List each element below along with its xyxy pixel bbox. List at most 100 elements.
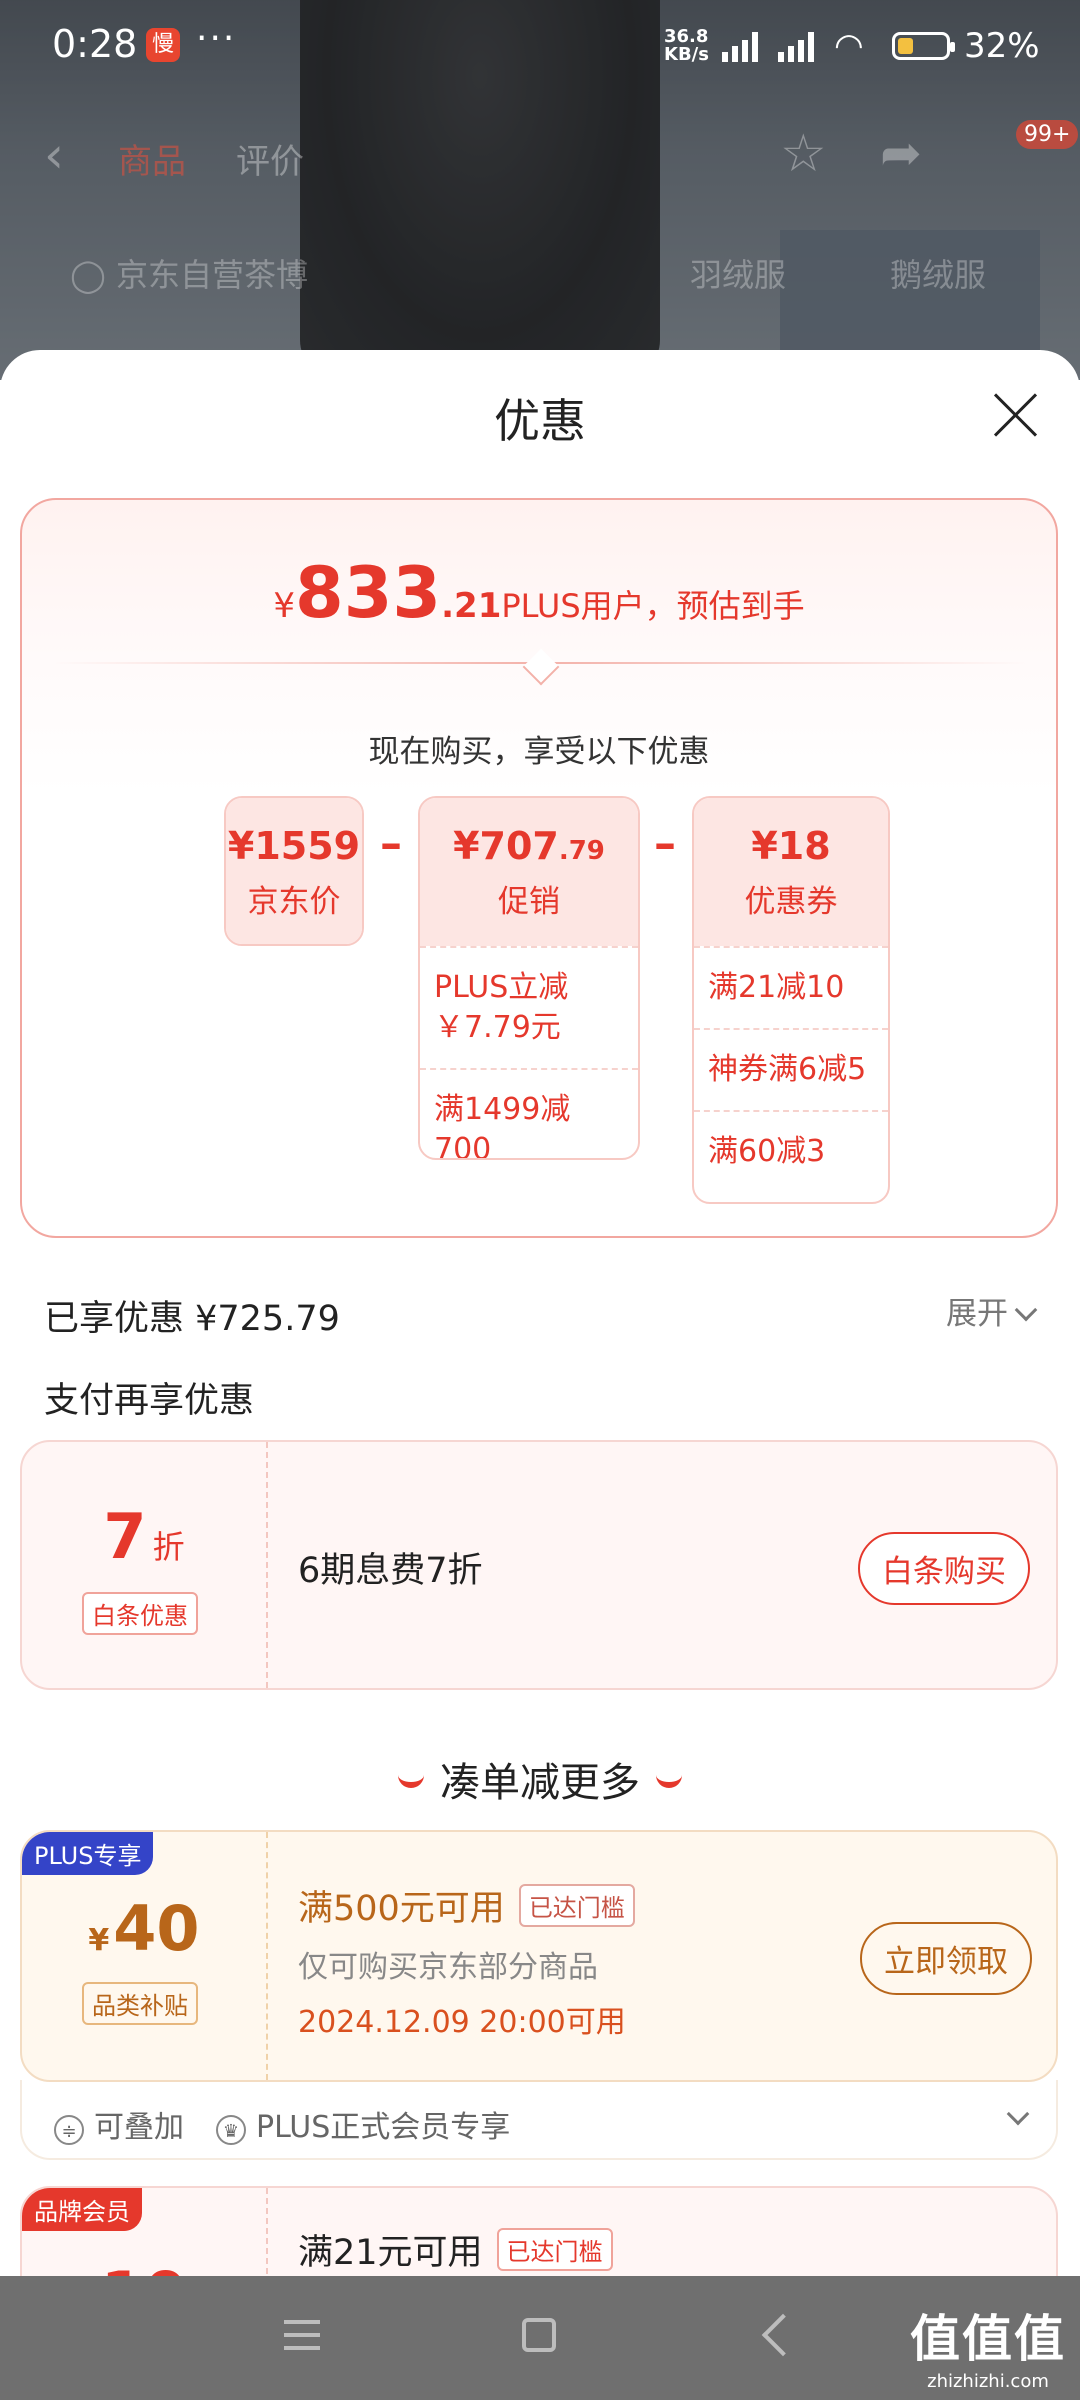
coupon1-currency: ¥ — [88, 1923, 110, 1958]
coupon2-condition: 满21元可用 已达门槛 — [298, 2224, 613, 2275]
coupon1-tag: 品类补贴 — [82, 1982, 198, 2025]
stack-icon: ≑ — [54, 2115, 84, 2145]
more-notifications-icon: ··· — [196, 18, 237, 59]
minus-sign-1: – — [380, 818, 402, 869]
coupon1-condition: 满500元可用 已达门槛 — [298, 1880, 635, 1931]
baitiao-desc: 6期息费7折 — [298, 1551, 483, 1591]
expand-label: 展开 — [946, 1296, 1008, 1332]
battery-icon — [892, 32, 955, 60]
final-price-label: PLUS用户，预估到手 — [501, 587, 805, 625]
baitiao-discount-unit: 折 — [152, 1528, 185, 1566]
baitiao-discount-value: 7 — [103, 1500, 147, 1573]
watermark-url: zhizhizhi.com — [927, 2371, 1049, 2392]
member-info: ♛ PLUS正式会员专享 — [216, 2102, 510, 2146]
baitiao-offer-card: 7折 白条优惠 6期息费7折 白条购买 — [20, 1440, 1058, 1690]
baitiao-tag: 白条优惠 — [82, 1592, 198, 1635]
share-icon: ➦ — [880, 124, 922, 182]
tab-product: 商品 — [118, 142, 186, 182]
more-title-text: 凑单减更多 — [440, 1760, 640, 1806]
final-price-int: 833 — [295, 552, 442, 634]
decor-left-icon — [398, 1768, 424, 1788]
status-time: 0:28 — [52, 22, 138, 66]
price-summary-card: ¥833.21PLUS用户，预估到手 现在购买，享受以下优惠 ¥1559 京东价… — [20, 498, 1058, 1238]
brand-coupon-card: 品牌会员 10 满21元可用已达门槛 — [20, 2186, 1058, 2276]
coupon1-amount-value: 40 — [113, 1892, 200, 1965]
claim-button[interactable]: 立即领取 — [860, 1922, 1032, 1995]
jd-price-value: ¥1559 — [227, 824, 361, 868]
promo-value-dec: .79 — [558, 836, 605, 866]
coupon2-left: 10 — [22, 2188, 268, 2276]
favorite-icon: ☆ — [780, 124, 827, 184]
search-icon: ◯ — [70, 256, 106, 294]
app-notification-icon: 慢 — [146, 28, 180, 62]
jd-price-box: ¥1559 京东价 — [224, 796, 364, 946]
tab-reviews: 评价 — [236, 142, 304, 182]
coupon2-amount: 10 — [22, 2258, 266, 2276]
coupon1-footer[interactable]: ≑ 可叠加 ♛ PLUS正式会员专享 — [20, 2080, 1058, 2160]
pay-section-title: 支付再享优惠 — [44, 1381, 255, 1421]
net-speed: 36.8 KB/s — [664, 28, 709, 64]
baitiao-left: 7折 白条优惠 — [22, 1442, 268, 1688]
back-icon: ‹ — [44, 126, 64, 184]
coupon-head: ¥18 优惠券 — [694, 798, 888, 946]
signal-2-icon — [778, 28, 814, 62]
jd-price-name: 京东价 — [247, 884, 341, 920]
battery-percent: 32% — [964, 26, 1040, 66]
promo-name: 促销 — [498, 884, 560, 920]
expand-button[interactable]: 展开 — [946, 1288, 1038, 1333]
notif-badge: 99+ — [1016, 120, 1079, 149]
baitiao-buy-button[interactable]: 白条购买 — [858, 1532, 1030, 1605]
coupon-item: 满21减10 — [694, 946, 888, 1028]
feature-1: 羽绒服 — [690, 256, 787, 294]
net-speed-unit: KB/s — [664, 44, 709, 65]
baitiao-discount: 7折 — [22, 1500, 266, 1573]
coupon1-amount: ¥40 — [22, 1892, 266, 1965]
decor-right-icon — [656, 1768, 682, 1788]
search-text: 京东自营茶博 — [115, 256, 308, 294]
stackable-label: 可叠加 — [94, 2110, 184, 2145]
discount-sheet: 优惠 ¥833.21PLUS用户，预估到手 现在购买，享受以下优惠 ¥1559 … — [0, 350, 1080, 2276]
feature-2: 鹅绒服 — [890, 256, 987, 294]
search-row: ◯ 京东自营茶博 羽绒服 鹅绒服 — [70, 250, 986, 296]
close-icon[interactable] — [990, 390, 1040, 440]
promo-item: PLUS立减 ￥7.79元 — [420, 946, 638, 1068]
coupon1-left: ¥40 品类补贴 — [22, 1832, 268, 2080]
coupon-value: ¥18 — [751, 824, 831, 868]
coupon-box: ¥18 优惠券 满21减10 神券满6减5 满60减3 — [692, 796, 890, 1204]
more-section-title: 凑单减更多 — [0, 1750, 1080, 1808]
back-icon[interactable] — [761, 2313, 805, 2357]
currency-symbol: ¥ — [273, 586, 295, 626]
member-label: PLUS正式会员专享 — [256, 2110, 511, 2145]
minus-sign-2: – — [654, 818, 676, 869]
battery-fill — [898, 38, 913, 54]
final-price: ¥833.21PLUS用户，预估到手 — [22, 552, 1056, 634]
sheet-title: 优惠 — [494, 394, 586, 448]
promo-value-int: ¥707 — [453, 824, 559, 868]
watermark: 值值值 zhizhizhi.com — [910, 2299, 1066, 2392]
chevron-down-icon[interactable] — [1006, 2102, 1030, 2126]
crown-icon: ♛ — [216, 2115, 246, 2145]
menu-icon[interactable] — [284, 2320, 320, 2359]
coupon1-time: 2024.12.09 20:00可用 — [298, 2005, 626, 2040]
signal-1-icon — [722, 28, 758, 62]
coupon-name: 优惠券 — [744, 884, 838, 920]
saved-amount: 已享优惠 ¥725.79 — [44, 1299, 340, 1339]
final-price-dec: .21 — [441, 586, 502, 626]
status-bar: 0:28 慢 ··· 36.8 KB/s ◠ 32% — [0, 0, 1080, 92]
coupon2-condition-text: 满21元可用 — [298, 2233, 483, 2273]
wifi-icon: ◠ — [834, 26, 864, 66]
promo-value: ¥707.79 — [420, 798, 638, 868]
coupon-item: 神券满6减5 — [694, 1028, 888, 1110]
summary-subtitle: 现在购买，享受以下优惠 — [368, 734, 710, 770]
coupon1-scope: 仅可购买京东部分商品 — [298, 1950, 598, 1985]
coupon1-condition-text: 满500元可用 — [298, 1889, 505, 1929]
product-nav-bar: ‹ 商品 评价 ☆ ➦ 99+ — [0, 120, 1080, 200]
promo-item: 满1499减700 — [420, 1068, 638, 1158]
chevron-down-icon — [1014, 1298, 1038, 1322]
divider-notch — [522, 648, 560, 686]
promo-head: ¥707.79 促销 — [420, 798, 638, 946]
system-nav-bar: 值值值 zhizhizhi.com — [0, 2276, 1080, 2400]
home-icon[interactable] — [522, 2318, 556, 2352]
stackable-info: ≑ 可叠加 — [54, 2102, 184, 2146]
coupon2-reached-badge: 已达门槛 — [496, 2228, 613, 2271]
